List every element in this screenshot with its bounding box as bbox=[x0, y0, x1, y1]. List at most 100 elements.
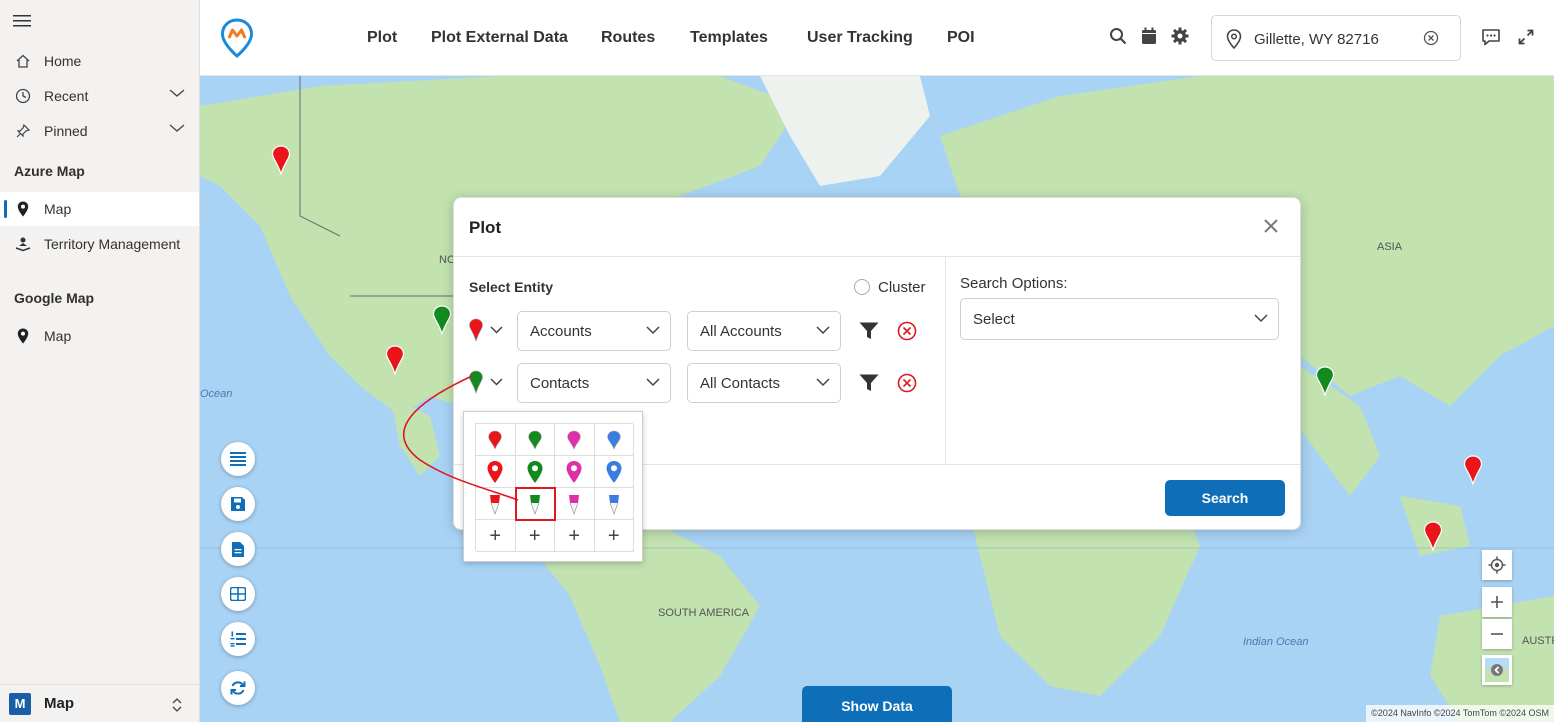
pin-color-picker-contacts[interactable] bbox=[468, 370, 508, 396]
sidebar-item-home[interactable]: Home bbox=[0, 44, 199, 78]
sidebar-item-label: Territory Management bbox=[44, 236, 181, 252]
add-custom-pin-button[interactable]: + bbox=[555, 520, 595, 552]
grid-button[interactable] bbox=[221, 577, 255, 611]
chevron-down-icon bbox=[816, 378, 830, 387]
menu-poi[interactable]: POI bbox=[947, 29, 975, 47]
pin-option-balloon-green[interactable] bbox=[515, 424, 555, 456]
sidebar-item-recent[interactable]: Recent bbox=[0, 79, 199, 113]
pin-color-picker-accounts[interactable] bbox=[468, 318, 508, 344]
sidebar-item-territory-management[interactable]: Territory Management bbox=[0, 227, 199, 261]
add-custom-pin-button[interactable]: + bbox=[476, 520, 516, 552]
map-style-button[interactable] bbox=[1482, 655, 1512, 685]
entity-select-value: Accounts bbox=[530, 323, 592, 340]
view-select-value: All Accounts bbox=[700, 323, 782, 340]
search-icon[interactable] bbox=[1109, 27, 1127, 45]
calendar-icon[interactable] bbox=[1141, 27, 1157, 45]
add-custom-pin-button[interactable]: + bbox=[515, 520, 555, 552]
plus-icon: + bbox=[607, 524, 620, 547]
chat-icon[interactable] bbox=[1481, 28, 1501, 46]
sidebar-item-label: Recent bbox=[44, 88, 89, 104]
locate-icon bbox=[1488, 556, 1506, 574]
map-marker-green[interactable] bbox=[432, 305, 452, 335]
sidebar-item-google-map[interactable]: Map bbox=[0, 319, 199, 353]
hamburger-menu-icon[interactable] bbox=[13, 14, 33, 30]
menu-routes[interactable]: Routes bbox=[601, 29, 655, 47]
list-icon bbox=[230, 452, 246, 466]
sidebar-item-azure-map[interactable]: Map bbox=[0, 192, 199, 226]
entity-select-accounts[interactable]: Accounts bbox=[517, 311, 671, 351]
pin-option-classic-green[interactable] bbox=[515, 456, 555, 488]
map-marker-red[interactable] bbox=[1463, 455, 1483, 485]
pin-icon bbox=[14, 122, 32, 140]
my-location-button[interactable] bbox=[1482, 550, 1512, 580]
green-pin-icon bbox=[469, 370, 483, 394]
red-pin-icon bbox=[469, 318, 483, 342]
sidebar-item-label: Map bbox=[44, 201, 72, 217]
map-marker-red[interactable] bbox=[385, 345, 405, 375]
filter-icon[interactable] bbox=[859, 374, 879, 392]
view-select-contacts[interactable]: All Contacts bbox=[687, 363, 841, 403]
menu-templates[interactable]: Templates bbox=[690, 29, 768, 47]
search-button[interactable]: Search bbox=[1165, 480, 1285, 516]
map-marker-green[interactable] bbox=[1315, 366, 1335, 396]
green-flag-pin-icon bbox=[527, 493, 543, 515]
chevron-down-icon bbox=[490, 326, 503, 334]
entity-select-value: Contacts bbox=[530, 375, 590, 392]
map-label: SOUTH AMERICA bbox=[658, 607, 750, 619]
red-classic-pin-icon bbox=[486, 460, 504, 484]
dialog-title: Plot bbox=[469, 218, 502, 237]
pin-option-flag-red[interactable] bbox=[476, 488, 516, 520]
entity-select-contacts[interactable]: Contacts bbox=[517, 363, 671, 403]
filter-icon[interactable] bbox=[859, 322, 879, 340]
pin-option-flag-pink[interactable] bbox=[555, 488, 595, 520]
ordered-list-button[interactable] bbox=[221, 622, 255, 656]
pin-option-classic-pink[interactable] bbox=[555, 456, 595, 488]
show-data-button[interactable]: Show Data bbox=[802, 686, 952, 722]
save-button[interactable] bbox=[221, 487, 255, 521]
document-icon bbox=[232, 541, 244, 557]
location-input[interactable] bbox=[1254, 31, 1424, 48]
add-custom-pin-button[interactable]: + bbox=[594, 520, 634, 552]
sidebar-item-pinned[interactable]: Pinned bbox=[0, 114, 199, 148]
plus-icon bbox=[1491, 596, 1503, 608]
pin-option-flag-blue[interactable] bbox=[594, 488, 634, 520]
menu-plot[interactable]: Plot bbox=[367, 29, 397, 47]
list-view-button[interactable] bbox=[221, 442, 255, 476]
view-select-accounts[interactable]: All Accounts bbox=[687, 311, 841, 351]
expand-icon[interactable] bbox=[1518, 29, 1534, 45]
chevron-down-icon bbox=[490, 378, 503, 386]
pin-option-balloon-red[interactable] bbox=[476, 424, 516, 456]
remove-row-icon[interactable] bbox=[897, 373, 917, 393]
top-bar: Plot Plot External Data Routes Templates… bbox=[200, 0, 1554, 76]
pin-option-balloon-blue[interactable] bbox=[594, 424, 634, 456]
pin-option-flag-green[interactable] bbox=[514, 487, 556, 521]
chevron-down-icon bbox=[646, 378, 660, 387]
pin-icon-grid: + + + + bbox=[475, 423, 634, 552]
map-marker-red[interactable] bbox=[1423, 521, 1443, 551]
chevron-down-icon[interactable] bbox=[169, 88, 185, 98]
sidebar-item-label: Map bbox=[44, 328, 72, 344]
pin-option-classic-blue[interactable] bbox=[594, 456, 634, 488]
map-label: AUSTR bbox=[1522, 635, 1554, 647]
zoom-in-button[interactable] bbox=[1482, 587, 1512, 617]
pin-option-balloon-pink[interactable] bbox=[555, 424, 595, 456]
sidebar-item-label: Home bbox=[44, 53, 82, 69]
cluster-radio[interactable] bbox=[854, 279, 870, 295]
search-options-select[interactable]: Select bbox=[960, 298, 1279, 340]
area-badge: M bbox=[9, 692, 31, 715]
divider bbox=[454, 256, 1300, 257]
remove-row-icon[interactable] bbox=[897, 321, 917, 341]
chevron-down-icon[interactable] bbox=[169, 123, 185, 133]
gear-icon[interactable] bbox=[1171, 27, 1189, 45]
close-icon[interactable] bbox=[1264, 219, 1278, 233]
area-switcher[interactable]: M Map bbox=[0, 684, 199, 722]
zoom-out-button[interactable] bbox=[1482, 619, 1512, 649]
pin-option-classic-red[interactable] bbox=[476, 456, 516, 488]
menu-plot-external-data[interactable]: Plot External Data bbox=[431, 29, 568, 47]
menu-user-tracking[interactable]: User Tracking bbox=[807, 29, 913, 47]
clear-icon[interactable] bbox=[1423, 30, 1439, 46]
red-flag-pin-icon bbox=[487, 493, 503, 515]
document-button[interactable] bbox=[221, 532, 255, 566]
map-marker-red[interactable] bbox=[271, 145, 291, 175]
refresh-button[interactable] bbox=[221, 671, 255, 705]
